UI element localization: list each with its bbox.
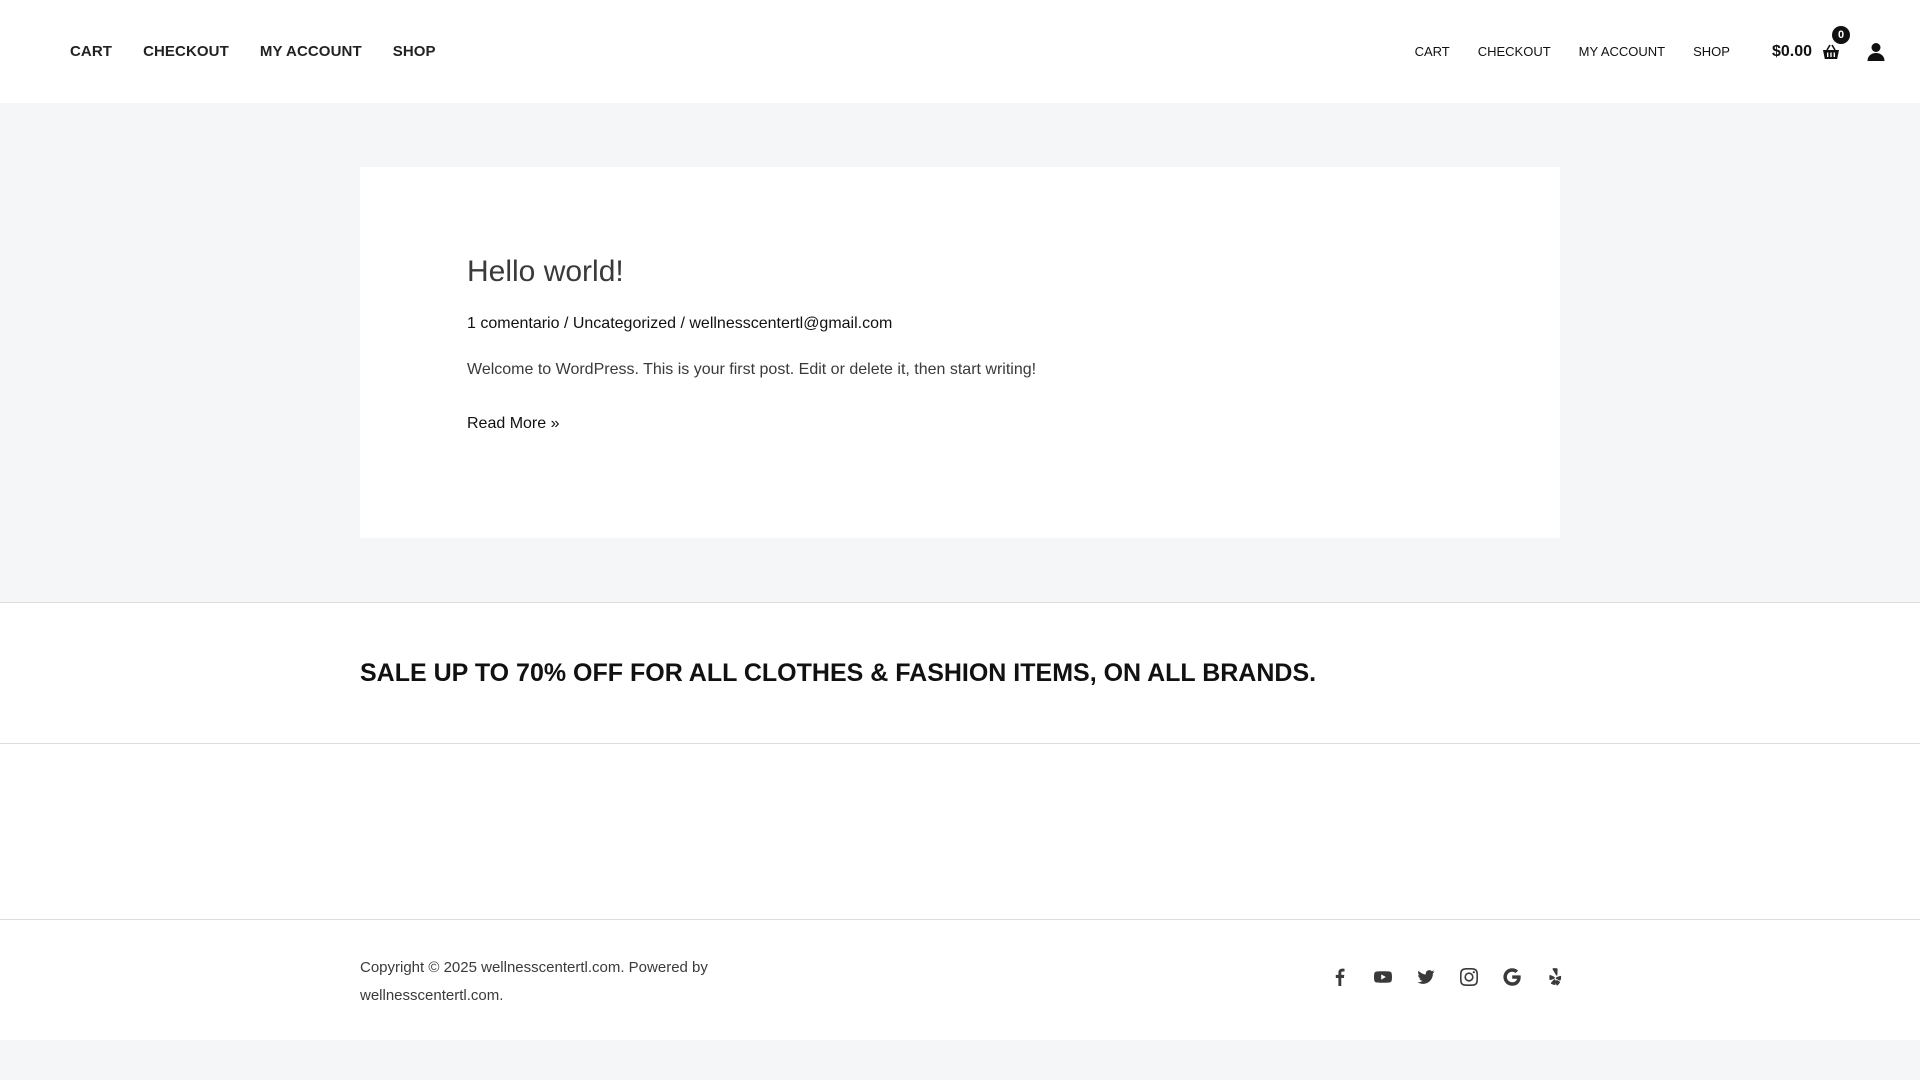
twitter-icon: [1417, 970, 1434, 984]
post-category-link[interactable]: Uncategorized: [573, 315, 676, 332]
site-footer: Copyright © 2025 wellnesscentertl.com. P…: [0, 919, 1920, 1040]
facebook-link[interactable]: [1318, 968, 1361, 992]
facebook-icon: [1335, 968, 1344, 986]
meta-separator: /: [676, 315, 690, 332]
post-excerpt: Welcome to WordPress. This is your first…: [467, 361, 1037, 378]
site-header: CART CHECKOUT MY ACCOUNT SHOP CART CHECK…: [0, 0, 1920, 103]
sale-banner: SALE UP TO 70% OFF FOR ALL CLOTHES & FAS…: [0, 602, 1920, 744]
bottom-strip: [0, 1040, 1920, 1080]
primary-nav-cart[interactable]: CART: [70, 43, 112, 60]
post-meta: 1 comentario / Uncategorized / wellnessc…: [467, 315, 892, 333]
cart-count-badge: 0: [1832, 25, 1850, 44]
cart-total[interactable]: $0.00: [1772, 43, 1812, 61]
youtube-link[interactable]: [1361, 968, 1404, 992]
sale-banner-text: SALE UP TO 70% OFF FOR ALL CLOTHES & FAS…: [360, 659, 1317, 687]
shopping-basket-icon: [1823, 44, 1839, 59]
twitter-link[interactable]: [1404, 968, 1447, 992]
secondary-nav: CART CHECKOUT MY ACCOUNT SHOP $0.00 0: [1415, 0, 1920, 103]
primary-nav-my-account[interactable]: MY ACCOUNT: [260, 43, 362, 60]
primary-nav-shop[interactable]: SHOP: [393, 43, 436, 60]
account-icon[interactable]: [1866, 42, 1886, 62]
secondary-nav-cart[interactable]: CART: [1415, 44, 1450, 59]
secondary-nav-my-account[interactable]: MY ACCOUNT: [1579, 44, 1665, 59]
secondary-nav-shop[interactable]: SHOP: [1693, 44, 1730, 59]
post-title-link[interactable]: Hello world!: [467, 255, 624, 288]
cart-icon[interactable]: 0: [1822, 25, 1850, 61]
post-title[interactable]: Hello world!: [467, 255, 624, 289]
yelp-link[interactable]: [1533, 968, 1576, 992]
meta-separator: /: [559, 315, 573, 332]
yelp-icon: [1548, 968, 1561, 986]
post-author-link[interactable]: wellnesscentertl@gmail.com: [689, 315, 892, 332]
post-card: Hello world! 1 comentario / Uncategorize…: [360, 167, 1560, 538]
read-more-link[interactable]: Read More »: [467, 415, 560, 433]
youtube-icon: [1373, 971, 1392, 983]
primary-nav: CART CHECKOUT MY ACCOUNT SHOP: [70, 0, 467, 103]
empty-section: [0, 744, 1920, 919]
instagram-icon: [1459, 968, 1478, 986]
instagram-link[interactable]: [1447, 968, 1490, 992]
social-links: [1318, 968, 1576, 992]
user-icon: [1867, 42, 1885, 61]
post-comments-link[interactable]: 1 comentario: [467, 315, 560, 332]
footer-copyright: Copyright © 2025 wellnesscentertl.com. P…: [360, 959, 708, 1004]
secondary-nav-checkout[interactable]: CHECKOUT: [1478, 44, 1551, 59]
primary-nav-checkout[interactable]: CHECKOUT: [143, 43, 229, 60]
google-icon: [1502, 968, 1521, 986]
google-link[interactable]: [1490, 968, 1533, 992]
